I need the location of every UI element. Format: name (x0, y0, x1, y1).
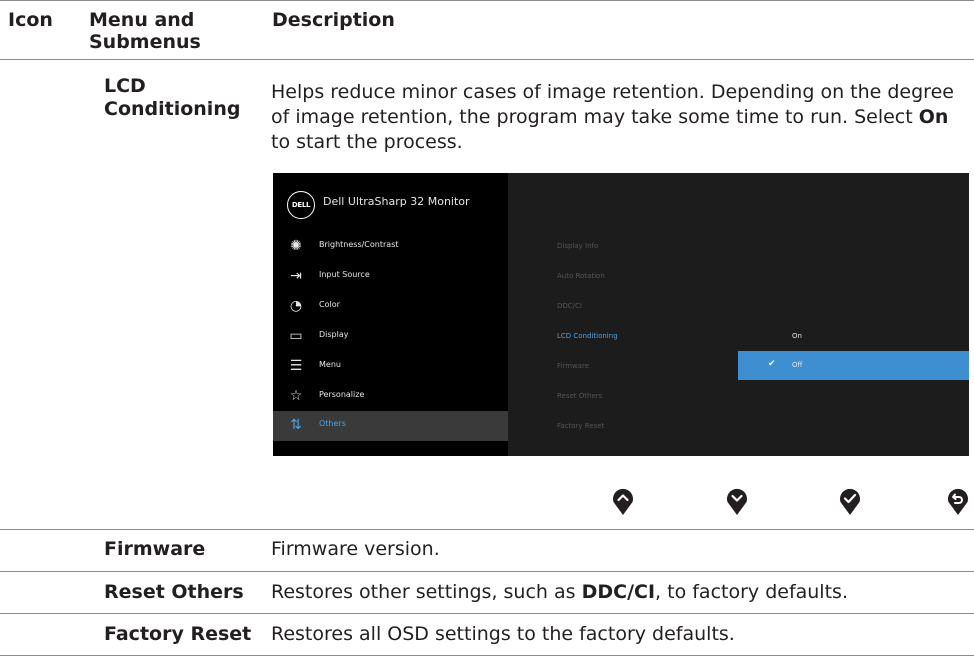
color-palette-icon: ◔ (289, 298, 303, 314)
top-rule (0, 0, 974, 1)
submenu-ddc-ci[interactable]: DDC/CI (557, 302, 582, 310)
submenu-factory-reset[interactable]: Factory Reset (557, 422, 604, 430)
option-off-label: Off (792, 361, 803, 369)
menu-item-label: Personalize (319, 390, 365, 399)
menu-item-label: Color (319, 300, 340, 309)
back-button-icon (948, 488, 968, 515)
osd-header: DELL Dell UltraSharp 32 Monitor (273, 173, 508, 233)
menu-item-label: Display (319, 330, 349, 339)
menu-item-input-source[interactable]: ⇥ Input Source (273, 262, 508, 292)
header-icon: Icon (8, 9, 53, 31)
input-source-icon: ⇥ (290, 268, 302, 284)
osd-title: Dell UltraSharp 32 Monitor (323, 195, 470, 208)
submenu-reset-others[interactable]: Reset Others (557, 392, 602, 400)
menu-item-label: Input Source (319, 270, 370, 279)
checkmark-icon: ✔ (768, 359, 776, 369)
bottom-rule (0, 655, 974, 656)
menu-item-display[interactable]: ▭ Display (273, 322, 508, 352)
menu-icon: ☰ (289, 358, 303, 374)
others-icon: ⇅ (290, 417, 302, 433)
menu-item-brightness-contrast[interactable]: ✺ Brightness/Contrast (273, 232, 508, 262)
up-button-icon (613, 488, 633, 515)
term-firmware: Firmware (104, 538, 206, 560)
menu-item-label: Brightness/Contrast (319, 240, 399, 249)
row-rule (0, 613, 974, 614)
row-rule (0, 571, 974, 572)
dell-logo: DELL (287, 191, 315, 219)
menu-item-menu[interactable]: ☰ Menu (273, 352, 508, 382)
header-menu: Menu and Submenus (89, 9, 201, 53)
osd-screenshot: DELL Dell UltraSharp 32 Monitor ✺ Bright… (273, 173, 969, 456)
desc-reset-others: Restores other settings, such as DDC/CI,… (271, 581, 848, 603)
header-rule (0, 59, 974, 60)
menu-item-personalize[interactable]: ☆ Personalize (273, 382, 508, 412)
submenu-lcd-conditioning[interactable]: LCD Conditioning (557, 332, 618, 340)
option-off-selected[interactable]: ✔ Off (738, 351, 969, 380)
display-icon: ▭ (289, 328, 303, 344)
menu-item-label: Others (319, 419, 346, 428)
menu-item-label: Menu (319, 360, 341, 369)
confirm-button-icon (840, 488, 860, 515)
menu-item-color[interactable]: ◔ Color (273, 292, 508, 322)
menu-item-others[interactable]: ⇅ Others (273, 411, 508, 441)
term-reset-others: Reset Others (104, 581, 244, 603)
submenu-firmware[interactable]: Firmware (557, 362, 589, 370)
option-on[interactable]: On (792, 332, 802, 340)
star-icon: ☆ (289, 388, 303, 404)
down-button-icon (727, 488, 747, 515)
term-lcd-conditioning: LCD Conditioning (104, 75, 241, 120)
desc-firmware: Firmware version. (271, 538, 440, 560)
row-rule (0, 529, 974, 530)
term-factory-reset: Factory Reset (104, 623, 252, 645)
submenu-auto-rotation[interactable]: Auto Rotation (557, 272, 605, 280)
desc-factory-reset: Restores all OSD settings to the factory… (271, 623, 735, 645)
desc-lcd-conditioning: Helps reduce minor cases of image retent… (271, 81, 954, 153)
osd-main-menu: DELL Dell UltraSharp 32 Monitor ✺ Bright… (273, 173, 508, 456)
header-description: Description (272, 9, 395, 31)
submenu-display-info[interactable]: Display Info (557, 242, 598, 250)
brightness-icon: ✺ (290, 238, 302, 254)
